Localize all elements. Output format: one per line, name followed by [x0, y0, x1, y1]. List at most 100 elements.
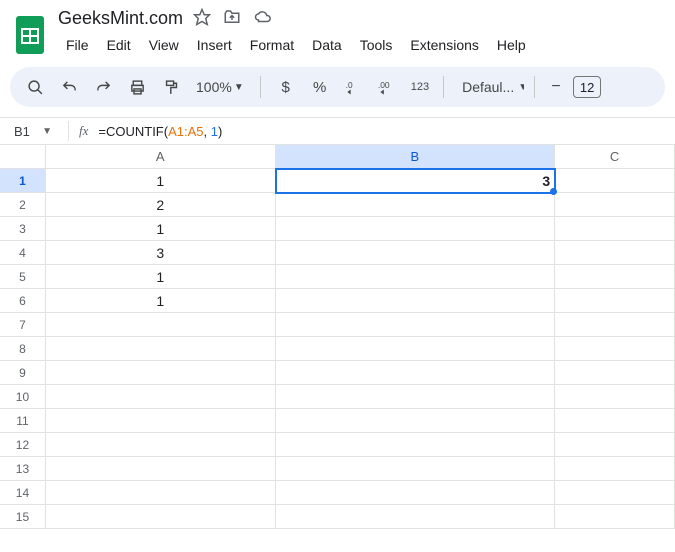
sheets-logo[interactable]: [12, 13, 48, 57]
cell-B3[interactable]: [276, 217, 556, 241]
row-header[interactable]: 2: [0, 193, 46, 217]
spreadsheet-grid: A B C 1132231435161789101112131415: [0, 145, 675, 552]
cell-A2[interactable]: 2: [46, 193, 276, 217]
document-title[interactable]: GeeksMint.com: [58, 8, 183, 29]
currency-format-button[interactable]: $: [271, 72, 301, 102]
font-size-input[interactable]: 12: [573, 76, 601, 98]
row-header[interactable]: 8: [0, 337, 46, 361]
decrease-decimal-button[interactable]: .0: [339, 72, 369, 102]
paint-format-icon[interactable]: [156, 72, 186, 102]
cell-C13[interactable]: [555, 457, 675, 481]
cell-B2[interactable]: [276, 193, 556, 217]
cell-C8[interactable]: [555, 337, 675, 361]
menu-data[interactable]: Data: [304, 33, 350, 57]
cell-C2[interactable]: [555, 193, 675, 217]
percent-format-button[interactable]: %: [305, 72, 335, 102]
row-header[interactable]: 7: [0, 313, 46, 337]
cell-C3[interactable]: [555, 217, 675, 241]
star-icon[interactable]: [193, 8, 211, 29]
cell-B9[interactable]: [276, 361, 556, 385]
cell-B14[interactable]: [276, 481, 556, 505]
menu-file[interactable]: File: [58, 33, 97, 57]
row-header[interactable]: 4: [0, 241, 46, 265]
font-value: Defaul...: [462, 79, 514, 95]
cell-B5[interactable]: [276, 265, 556, 289]
row-header[interactable]: 13: [0, 457, 46, 481]
cell-C6[interactable]: [555, 289, 675, 313]
cell-C15[interactable]: [555, 505, 675, 529]
cell-B8[interactable]: [276, 337, 556, 361]
cell-C9[interactable]: [555, 361, 675, 385]
row-header[interactable]: 12: [0, 433, 46, 457]
zoom-value: 100%: [196, 79, 232, 95]
formula-bar[interactable]: =COUNTIF(A1:A5, 1): [98, 124, 222, 139]
cell-B6[interactable]: [276, 289, 556, 313]
toolbar: 100% ▼ $ % .0 .00 123 Defaul... ▼ − 12: [10, 67, 665, 107]
cell-A5[interactable]: 1: [46, 265, 276, 289]
cell-B15[interactable]: [276, 505, 556, 529]
cell-A3[interactable]: 1: [46, 217, 276, 241]
menu-view[interactable]: View: [141, 33, 187, 57]
print-icon[interactable]: [122, 72, 152, 102]
cell-A8[interactable]: [46, 337, 276, 361]
cell-A7[interactable]: [46, 313, 276, 337]
column-header-B[interactable]: B: [276, 145, 556, 168]
cell-A14[interactable]: [46, 481, 276, 505]
name-box[interactable]: B1 ▼: [0, 124, 58, 139]
cell-A6[interactable]: 1: [46, 289, 276, 313]
cell-A10[interactable]: [46, 385, 276, 409]
cell-C14[interactable]: [555, 481, 675, 505]
row-header[interactable]: 9: [0, 361, 46, 385]
chevron-down-icon: ▼: [518, 82, 524, 93]
decrease-font-size-button[interactable]: −: [545, 76, 567, 98]
cell-B7[interactable]: [276, 313, 556, 337]
cell-C4[interactable]: [555, 241, 675, 265]
number-format-button[interactable]: 123: [407, 81, 433, 93]
redo-icon[interactable]: [88, 72, 118, 102]
cell-B11[interactable]: [276, 409, 556, 433]
cell-B10[interactable]: [276, 385, 556, 409]
menu-tools[interactable]: Tools: [352, 33, 401, 57]
column-header-C[interactable]: C: [555, 145, 675, 168]
row-header[interactable]: 10: [0, 385, 46, 409]
name-box-value: B1: [14, 124, 30, 139]
cell-A9[interactable]: [46, 361, 276, 385]
cell-C1[interactable]: [555, 169, 675, 193]
cell-A15[interactable]: [46, 505, 276, 529]
cell-C11[interactable]: [555, 409, 675, 433]
cell-C10[interactable]: [555, 385, 675, 409]
increase-decimal-button[interactable]: .00: [373, 72, 403, 102]
font-family-select[interactable]: Defaul... ▼: [454, 79, 524, 95]
menu-extensions[interactable]: Extensions: [402, 33, 486, 57]
menu-format[interactable]: Format: [242, 33, 302, 57]
move-icon[interactable]: [223, 8, 241, 29]
row-header[interactable]: 5: [0, 265, 46, 289]
cell-C12[interactable]: [555, 433, 675, 457]
select-all-corner[interactable]: [0, 145, 46, 168]
menu-insert[interactable]: Insert: [189, 33, 240, 57]
cell-A12[interactable]: [46, 433, 276, 457]
cell-A13[interactable]: [46, 457, 276, 481]
row-header[interactable]: 1: [0, 169, 46, 193]
search-icon[interactable]: [20, 72, 50, 102]
undo-icon[interactable]: [54, 72, 84, 102]
row-header[interactable]: 14: [0, 481, 46, 505]
row-header[interactable]: 15: [0, 505, 46, 529]
column-header-A[interactable]: A: [46, 145, 276, 168]
cell-A11[interactable]: [46, 409, 276, 433]
row-header[interactable]: 6: [0, 289, 46, 313]
cell-B12[interactable]: [276, 433, 556, 457]
zoom-select[interactable]: 100% ▼: [190, 79, 250, 95]
cell-A1[interactable]: 1: [46, 169, 276, 193]
menu-edit[interactable]: Edit: [99, 33, 139, 57]
cloud-status-icon[interactable]: [253, 8, 273, 29]
row-header[interactable]: 11: [0, 409, 46, 433]
cell-B13[interactable]: [276, 457, 556, 481]
cell-B1[interactable]: 3: [276, 169, 556, 193]
row-header[interactable]: 3: [0, 217, 46, 241]
cell-A4[interactable]: 3: [46, 241, 276, 265]
cell-C7[interactable]: [555, 313, 675, 337]
cell-C5[interactable]: [555, 265, 675, 289]
menu-help[interactable]: Help: [489, 33, 534, 57]
cell-B4[interactable]: [276, 241, 556, 265]
